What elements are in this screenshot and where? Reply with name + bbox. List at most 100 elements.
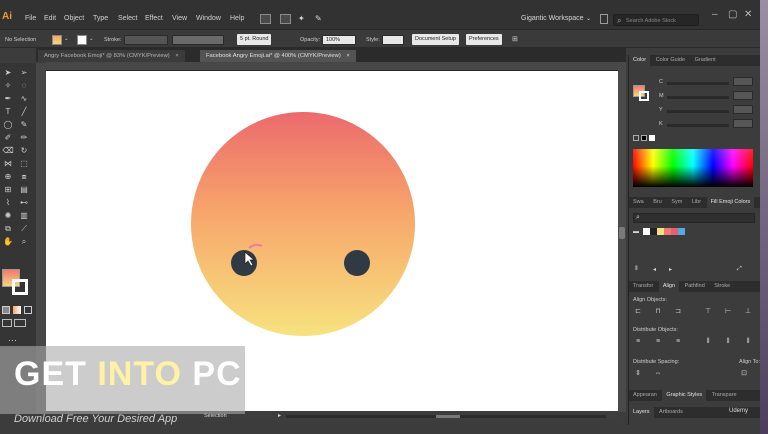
graphic-style-picker[interactable] xyxy=(382,35,404,45)
chevron-down-icon[interactable]: ⌄ xyxy=(586,15,591,22)
tab-brushes[interactable]: Bru xyxy=(649,197,666,208)
swatch-chip[interactable] xyxy=(671,228,678,235)
curvature-tool-icon[interactable]: ∿ xyxy=(18,93,30,104)
vertical-scrollbar[interactable] xyxy=(618,62,626,412)
line-tool-icon[interactable]: ╱ xyxy=(18,106,30,117)
stroke-swatch[interactable] xyxy=(77,35,87,45)
stroke-weight-field[interactable] xyxy=(124,35,168,45)
distribute-left-icon[interactable]: ⦀ xyxy=(703,337,713,346)
distribute-vcenter-icon[interactable]: ≡ xyxy=(653,337,663,346)
stroke-color-icon[interactable] xyxy=(12,279,28,295)
align-right-icon[interactable]: ⊐ xyxy=(673,307,683,316)
menu-edit[interactable]: Edit xyxy=(44,15,56,22)
direct-selection-tool-icon[interactable]: ➢ xyxy=(18,67,30,78)
white-swatch-icon[interactable] xyxy=(649,135,655,141)
pencil-icon[interactable]: ✏ xyxy=(18,132,30,143)
channel-y-slider[interactable] xyxy=(667,110,729,113)
menu-window[interactable]: Window xyxy=(196,15,221,22)
black-swatch-icon[interactable] xyxy=(641,135,647,141)
tab-swatches[interactable]: Swa xyxy=(629,197,648,208)
menu-object[interactable]: Object xyxy=(64,15,84,22)
swatch-chip[interactable] xyxy=(664,228,671,235)
tab-transform[interactable]: Transfor xyxy=(629,281,657,292)
menu-select[interactable]: Select xyxy=(118,15,137,22)
horizontal-scrollbar[interactable] xyxy=(286,415,606,418)
more-tools-icon[interactable]: ⋯ xyxy=(8,335,17,346)
close-icon[interactable]: ✕ xyxy=(744,9,752,20)
free-transform-icon[interactable]: ⬚ xyxy=(18,158,30,169)
type-tool-icon[interactable]: T xyxy=(2,106,14,117)
swatch-search-input[interactable]: ⌕ xyxy=(633,213,755,223)
tab-appearance[interactable]: Appearan xyxy=(629,390,661,401)
menu-help[interactable]: Help xyxy=(230,15,244,22)
selection-tool-icon[interactable]: ➤ xyxy=(2,67,14,78)
graph-tool-icon[interactable]: ▥ xyxy=(18,210,30,221)
distribute-bottom-icon[interactable]: ≡ xyxy=(673,337,683,346)
distribute-top-icon[interactable]: ≡ xyxy=(633,337,643,346)
perspective-grid-icon[interactable]: ⧈ xyxy=(18,171,30,182)
brush-definition[interactable]: 5 pt. Round xyxy=(237,34,272,45)
library-menu-icon[interactable]: ⦀ xyxy=(635,266,638,273)
eyedropper-icon[interactable]: ⌇ xyxy=(2,197,14,208)
tab-transparency[interactable]: Transpare xyxy=(708,390,741,401)
artboard-tool-icon[interactable]: ⧉ xyxy=(2,223,14,234)
tab-libraries[interactable]: Libr xyxy=(688,197,705,208)
zoom-tool-icon[interactable]: ⌕ xyxy=(18,236,30,247)
tab-symbols[interactable]: Sym xyxy=(667,197,686,208)
magic-wand-icon[interactable]: ✧ xyxy=(2,80,14,91)
shape-builder-icon[interactable]: ⊕ xyxy=(2,171,14,182)
arrow-left-icon[interactable]: ◂ xyxy=(653,266,656,273)
expand-icon[interactable]: ⤢ xyxy=(737,266,742,273)
channel-k-value[interactable] xyxy=(733,119,753,128)
tab-fill-emoji-colors[interactable]: Fill Emoji Colors xyxy=(706,197,755,208)
arrange-icon[interactable]: ⊞ xyxy=(512,35,518,43)
color-stroke-swatch[interactable] xyxy=(639,91,649,101)
pen-icon[interactable]: ✎ xyxy=(315,14,322,23)
channel-c-slider[interactable] xyxy=(667,82,729,85)
tab-stroke[interactable]: Stroke xyxy=(710,281,734,292)
channel-m-slider[interactable] xyxy=(667,96,729,99)
shaper-tool-icon[interactable]: ✐ xyxy=(2,132,14,143)
menu-view[interactable]: View xyxy=(172,15,187,22)
pen-tool-icon[interactable]: ✒ xyxy=(2,93,14,104)
tab-color[interactable]: Color xyxy=(629,55,651,66)
distribute-right-icon[interactable]: ⦀ xyxy=(743,337,753,346)
stock-search-input[interactable]: ⌕ Search Adobe Stock xyxy=(613,14,699,26)
swatch-chip[interactable] xyxy=(643,228,650,235)
align-to-selection-icon[interactable]: ⊡ xyxy=(739,369,749,378)
close-icon[interactable]: × xyxy=(175,53,178,59)
swatch-chip[interactable] xyxy=(678,228,685,235)
tab-align[interactable]: Align xyxy=(658,281,680,292)
scroll-thumb[interactable] xyxy=(619,227,625,239)
screen-mode-icon[interactable] xyxy=(14,319,26,327)
arrow-right-icon[interactable]: ▸ xyxy=(669,266,672,273)
none-swatch-icon[interactable] xyxy=(633,135,639,141)
color-mode-icon[interactable] xyxy=(2,306,10,314)
channel-y-value[interactable] xyxy=(733,105,753,114)
minimize-icon[interactable]: – xyxy=(712,9,718,20)
paintbrush-icon[interactable]: ✎ xyxy=(18,119,30,130)
star-icon[interactable]: ✦ xyxy=(298,14,305,23)
align-left-icon[interactable]: ⊏ xyxy=(633,307,643,316)
menu-effect[interactable]: Effect xyxy=(145,15,163,22)
blend-tool-icon[interactable]: ⊷ xyxy=(18,197,30,208)
gradient-mode-icon[interactable] xyxy=(13,306,21,314)
gradient-tool-icon[interactable]: ▤ xyxy=(18,184,30,195)
tab-gradient[interactable]: Gradient xyxy=(691,55,720,66)
eraser-icon[interactable]: ⌫ xyxy=(2,145,14,156)
menu-type[interactable]: Type xyxy=(93,15,108,22)
align-top-icon[interactable]: ⊤ xyxy=(703,307,713,316)
width-tool-icon[interactable]: ⋈ xyxy=(2,158,14,169)
bridge-icon[interactable] xyxy=(260,14,271,24)
distribute-hcenter-icon[interactable]: ⦀ xyxy=(723,337,733,346)
tab-layers[interactable]: Layers xyxy=(629,407,654,418)
maximize-icon[interactable]: ▢ xyxy=(728,9,737,20)
arrow-right-icon[interactable]: ▸ xyxy=(278,412,281,419)
lasso-icon[interactable]: ◌ xyxy=(18,80,30,91)
preferences-button[interactable]: Preferences xyxy=(466,34,502,45)
space-horizontal-icon[interactable]: ⇔ xyxy=(653,369,663,378)
tab-artboards[interactable]: Artboards xyxy=(655,407,687,418)
slice-tool-icon[interactable]: ⟋ xyxy=(18,223,30,234)
color-spectrum[interactable] xyxy=(633,149,753,187)
fill-swatch[interactable] xyxy=(52,35,62,45)
